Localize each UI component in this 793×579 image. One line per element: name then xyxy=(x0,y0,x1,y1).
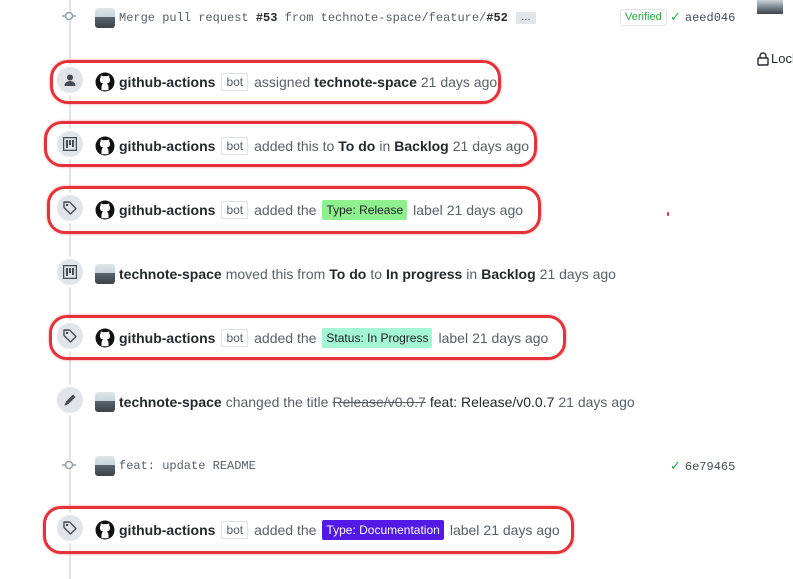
event-time[interactable]: 21 days ago xyxy=(472,329,548,347)
github-logo-icon xyxy=(95,328,115,348)
event-text: label xyxy=(438,330,469,346)
event-author[interactable]: github-actions xyxy=(119,329,215,347)
project-column: To do xyxy=(329,266,367,282)
commit-row-top: Merge pull request #53 from technote-spa… xyxy=(0,1,760,33)
avatar[interactable] xyxy=(95,136,115,156)
bot-badge: bot xyxy=(221,329,249,347)
project-column: In progress xyxy=(386,266,463,282)
avatar[interactable] xyxy=(95,264,115,284)
verified-badge[interactable]: Verified xyxy=(620,9,667,26)
label-type-documentation[interactable]: Type: Documentation xyxy=(322,520,444,540)
event-author[interactable]: github-actions xyxy=(119,521,215,539)
event-text: added the xyxy=(254,202,317,218)
event-text: added the xyxy=(254,522,317,538)
timeline-event-labeled: github-actions bot added the Type: Relea… xyxy=(0,193,760,225)
event-author[interactable]: technote-space xyxy=(119,393,222,411)
event-text: in xyxy=(379,138,391,154)
check-icon: ✓ xyxy=(670,10,681,25)
event-time[interactable]: 21 days ago xyxy=(558,393,634,411)
tag-icon xyxy=(63,201,77,215)
lock-conversation-button[interactable]: Lock xyxy=(757,51,793,66)
project-column: To do xyxy=(338,138,376,154)
new-title: feat: Release/v0.0.7 xyxy=(429,394,555,410)
github-logo-icon xyxy=(95,200,115,220)
commit-message[interactable]: Merge pull request #53 from technote-spa… xyxy=(119,9,508,27)
timeline-event-added-to-project: github-actions bot added this to To do i… xyxy=(0,129,760,161)
label-badge xyxy=(55,321,85,351)
commit-sha[interactable]: ✓ aeed046 xyxy=(670,10,735,25)
event-time[interactable]: 21 days ago xyxy=(453,137,529,155)
commit-sha[interactable]: ✓ 6e79465 xyxy=(670,459,735,474)
rename-badge xyxy=(55,385,85,415)
event-text: added the xyxy=(254,330,317,346)
github-logo-icon xyxy=(95,520,115,540)
avatar[interactable] xyxy=(95,392,115,412)
check-icon: ✓ xyxy=(670,459,681,474)
event-text: to xyxy=(370,266,383,282)
assignee-link[interactable]: technote-space xyxy=(314,73,417,91)
label-badge xyxy=(55,513,85,543)
event-time[interactable]: 21 days ago xyxy=(421,73,497,91)
commit-message[interactable]: feat: update README xyxy=(119,457,256,475)
avatar[interactable] xyxy=(95,328,115,348)
event-text: label xyxy=(413,202,443,218)
bot-badge: bot xyxy=(221,73,249,91)
event-text: added this to xyxy=(254,138,335,154)
avatar[interactable] xyxy=(95,520,115,540)
tag-icon xyxy=(63,329,77,343)
timeline-event-moved-column: technote-space moved this from To do to … xyxy=(0,257,760,289)
timeline-event-assigned: github-actions bot assigned technote-spa… xyxy=(0,65,760,97)
commit-row: feat: update README ✓ 6e79465 xyxy=(0,450,760,482)
label-type-release[interactable]: Type: Release xyxy=(322,200,408,220)
old-title: Release/v0.0.7 xyxy=(332,394,426,410)
event-time[interactable]: 21 days ago xyxy=(447,201,523,219)
lock-icon xyxy=(757,51,769,66)
project-link[interactable]: Backlog xyxy=(394,137,448,155)
event-time[interactable]: 21 days ago xyxy=(540,265,616,283)
event-time[interactable]: 21 days ago xyxy=(483,521,559,539)
github-logo-icon xyxy=(95,72,115,92)
git-commit-icon xyxy=(62,11,76,21)
project-badge xyxy=(55,129,85,159)
timeline-event-labeled: github-actions bot added the Type: Docum… xyxy=(0,513,760,545)
person-icon xyxy=(64,74,76,86)
event-text: assigned xyxy=(254,74,311,90)
project-link[interactable]: Backlog xyxy=(481,265,535,283)
git-commit-icon xyxy=(62,460,76,470)
label-status-in-progress[interactable]: Status: In Progress xyxy=(322,328,433,348)
event-author[interactable]: github-actions xyxy=(119,73,215,91)
avatar[interactable] xyxy=(95,72,115,92)
project-badge xyxy=(55,257,85,287)
event-author[interactable]: technote-space xyxy=(119,265,222,283)
timeline-event-renamed: technote-space changed the title Release… xyxy=(0,385,760,417)
bot-badge: bot xyxy=(221,201,249,219)
lock-label: Lock xyxy=(771,51,793,66)
github-logo-icon xyxy=(95,136,115,156)
event-text: in xyxy=(466,266,478,282)
bot-badge: bot xyxy=(221,521,249,539)
avatar[interactable] xyxy=(95,456,115,476)
avatar[interactable] xyxy=(95,200,115,220)
assign-badge xyxy=(55,65,85,95)
bot-badge: bot xyxy=(221,137,249,155)
sidebar-avatar[interactable] xyxy=(757,0,783,14)
expand-commit-button[interactable]: … xyxy=(515,12,536,24)
avatar[interactable] xyxy=(95,8,115,28)
pencil-icon xyxy=(64,394,76,406)
event-text: changed the title xyxy=(225,394,329,410)
timeline-event-labeled: github-actions bot added the Status: In … xyxy=(0,321,760,353)
event-author[interactable]: github-actions xyxy=(119,201,215,219)
project-icon xyxy=(63,265,77,279)
project-icon xyxy=(63,137,77,151)
event-text: moved this from xyxy=(225,266,326,282)
event-author[interactable]: github-actions xyxy=(119,137,215,155)
label-badge xyxy=(55,193,85,223)
tag-icon xyxy=(63,521,77,535)
event-text: label xyxy=(449,522,480,538)
annotation-mark xyxy=(667,212,669,216)
